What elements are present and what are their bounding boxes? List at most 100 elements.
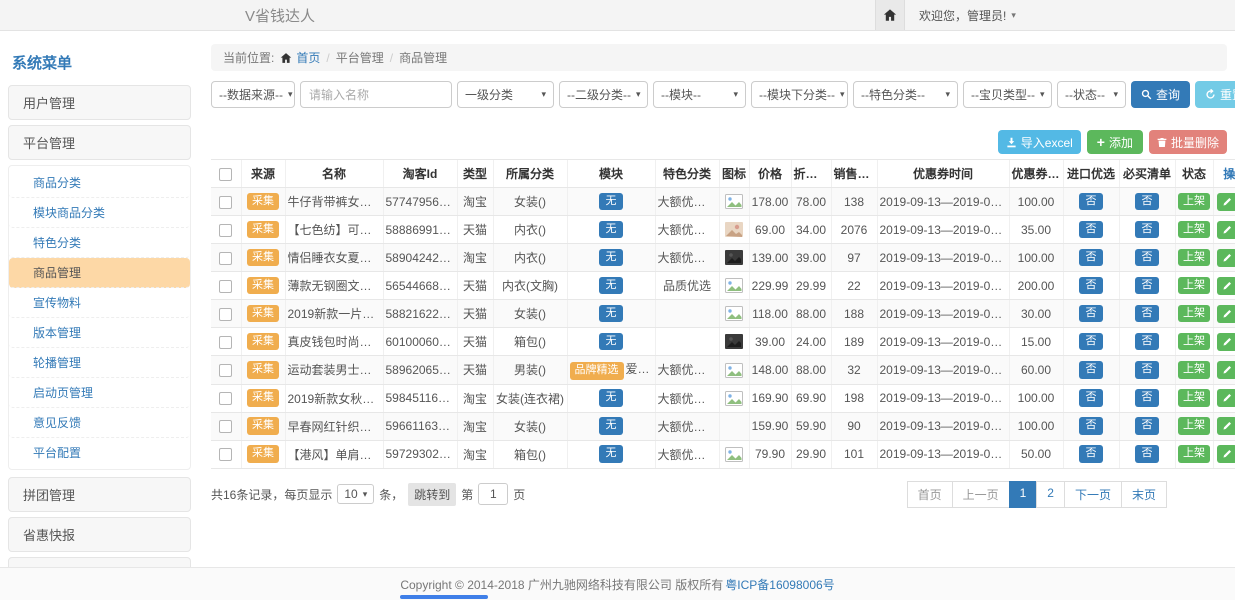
- row-checkbox[interactable]: [219, 308, 232, 321]
- name-search-input[interactable]: [300, 81, 452, 108]
- jump-button[interactable]: 跳转到: [408, 483, 456, 506]
- sidebar-group[interactable]: 省惠快报: [8, 517, 191, 552]
- status-badge: 上架: [1178, 445, 1210, 463]
- home-button[interactable]: [875, 0, 905, 30]
- breadcrumb-item[interactable]: 平台管理: [336, 49, 384, 66]
- discount-price: 39.00: [791, 244, 831, 272]
- jump-suffix-text: 页: [513, 486, 525, 503]
- icon-cell: [719, 412, 749, 440]
- edit-button[interactable]: [1217, 445, 1235, 463]
- product-category: 女装(): [493, 300, 567, 328]
- select-all-checkbox[interactable]: [219, 168, 232, 181]
- source-badge: 采集: [247, 445, 279, 463]
- row-checkbox[interactable]: [219, 420, 232, 433]
- sidebar-item[interactable]: 版本管理: [9, 318, 190, 348]
- jump-page-input[interactable]: [478, 483, 508, 505]
- horizontal-scrollbar-thumb[interactable]: [400, 595, 488, 599]
- sidebar-group[interactable]: 用户管理: [8, 85, 191, 120]
- edit-button[interactable]: [1217, 277, 1235, 295]
- row-checkbox[interactable]: [219, 364, 232, 377]
- coupon-time: 2019-09-13—2019-09-15: [877, 356, 1009, 385]
- module-cell: 无: [567, 188, 655, 216]
- page-button[interactable]: 1: [1009, 481, 1038, 508]
- filter-select[interactable]: --模块下分类--▾: [751, 81, 848, 108]
- edit-button[interactable]: [1217, 221, 1235, 239]
- filter-select-value: 一级分类: [465, 86, 513, 103]
- page-button[interactable]: 首页: [907, 481, 953, 508]
- user-menu[interactable]: 欢迎您，管理员! ▾: [905, 7, 1235, 24]
- product-name: 真皮钱包时尚优雅女士...: [285, 328, 383, 356]
- sidebar-item[interactable]: 宣传物料: [9, 288, 190, 318]
- page-button[interactable]: 上一页: [952, 481, 1010, 508]
- sidebar-item-active[interactable]: 商品管理: [9, 258, 190, 288]
- row-checkbox[interactable]: [219, 392, 232, 405]
- filter-select[interactable]: --宝贝类型--▾: [963, 81, 1052, 108]
- app-title: V省钱达人: [245, 5, 315, 26]
- icp-link[interactable]: 粤ICP备16098006号: [725, 576, 834, 593]
- filter-select[interactable]: --二级分类--▾: [559, 81, 648, 108]
- row-checkbox[interactable]: [219, 196, 232, 209]
- row-checkbox[interactable]: [219, 252, 232, 265]
- product-name: 运动套装男士卫衣初秋...: [285, 356, 383, 385]
- edit-button[interactable]: [1217, 193, 1235, 211]
- edit-button[interactable]: [1217, 361, 1235, 379]
- row-checkbox[interactable]: [219, 280, 232, 293]
- page-button[interactable]: 末页: [1121, 481, 1167, 508]
- price: 159.90: [749, 412, 791, 440]
- add-button[interactable]: + 添加: [1087, 130, 1143, 154]
- sidebar-item[interactable]: 启动页管理: [9, 378, 190, 408]
- product-thumbnail: [725, 222, 743, 237]
- must-buy-badge: 否: [1135, 361, 1159, 379]
- broken-image-icon: [725, 306, 743, 321]
- module-cell: 品牌精选爱上运动: [567, 356, 655, 385]
- search-button[interactable]: 查询: [1131, 81, 1190, 108]
- filter-select[interactable]: --数据来源--▾: [211, 81, 295, 108]
- page-button[interactable]: 下一页: [1064, 481, 1122, 508]
- filter-select-value: --数据来源--: [219, 86, 283, 103]
- filter-select-value: --二级分类--: [567, 86, 631, 103]
- icon-cell: [719, 188, 749, 216]
- edit-button[interactable]: [1217, 249, 1235, 267]
- pagination-buttons: 首页上一页12下一页末页: [908, 481, 1167, 508]
- chevron-down-icon: ▾: [363, 489, 368, 500]
- taoke-id: 577479560965: [383, 188, 457, 216]
- edit-button[interactable]: [1217, 333, 1235, 351]
- price: 148.00: [749, 356, 791, 385]
- row-checkbox[interactable]: [219, 448, 232, 461]
- page-size-select[interactable]: 10 ▾: [337, 484, 374, 504]
- edit-button[interactable]: [1217, 389, 1235, 407]
- sidebar-item[interactable]: 模块商品分类: [9, 198, 190, 228]
- product-type: 天猫: [457, 300, 493, 328]
- table-row: 采集2019新款一片式系...588216228899天猫女装()无118.00…: [211, 300, 1235, 328]
- page-button[interactable]: 2: [1036, 481, 1065, 508]
- icon-cell: [719, 300, 749, 328]
- broken-image-icon: [725, 194, 743, 209]
- discount-price: 78.00: [791, 188, 831, 216]
- row-checkbox[interactable]: [219, 336, 232, 349]
- filter-select[interactable]: --模块--▾: [653, 81, 746, 108]
- column-header: [211, 160, 241, 188]
- filter-controls: --数据来源--▾ 一级分类▾--二级分类--▾--模块--▾--模块下分类--▾…: [211, 81, 1131, 108]
- breadcrumb-home-link[interactable]: 首页: [280, 49, 320, 66]
- sidebar-item[interactable]: 轮播管理: [9, 348, 190, 378]
- filter-select-value: --宝贝类型--: [971, 86, 1035, 103]
- reset-button[interactable]: 重置: [1195, 81, 1235, 108]
- product-name: 2019新款女秋薄款...: [285, 384, 383, 412]
- sidebar-item[interactable]: 商品分类: [9, 168, 190, 198]
- sidebar-item[interactable]: 平台配置: [9, 438, 190, 467]
- row-checkbox[interactable]: [219, 224, 232, 237]
- filter-select[interactable]: --特色分类--▾: [853, 81, 958, 108]
- filter-select[interactable]: 一级分类▾: [457, 81, 554, 108]
- edit-button[interactable]: [1217, 305, 1235, 323]
- sidebar-item[interactable]: 意见反馈: [9, 408, 190, 438]
- sidebar-item[interactable]: 特色分类: [9, 228, 190, 258]
- batch-delete-button[interactable]: 批量删除: [1149, 130, 1227, 154]
- taoke-id: 565446685867: [383, 272, 457, 300]
- sidebar-group[interactable]: 拼团管理: [8, 477, 191, 512]
- edit-button[interactable]: [1217, 417, 1235, 435]
- filter-select[interactable]: --状态--▾: [1057, 81, 1126, 108]
- import-excel-button[interactable]: 导入excel: [998, 130, 1081, 154]
- trash-icon: [1157, 137, 1167, 148]
- sidebar-group[interactable]: 平台管理: [8, 125, 191, 160]
- edit-icon: [1222, 281, 1232, 291]
